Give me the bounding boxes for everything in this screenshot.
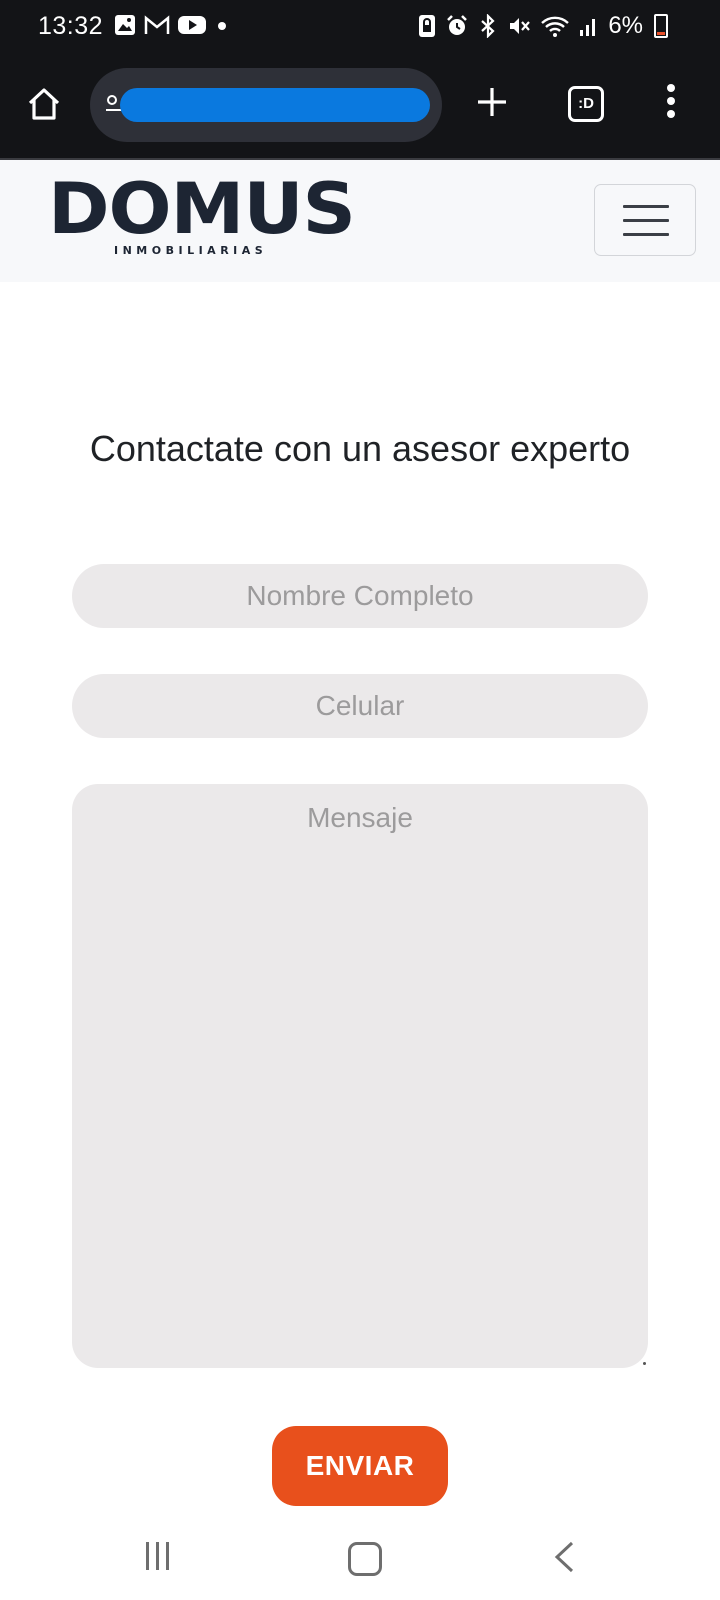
bluetooth-icon (481, 14, 495, 38)
logo-wordmark: DOMUS (48, 168, 356, 250)
resize-handle[interactable] (643, 1362, 646, 1365)
new-tab-icon[interactable] (474, 84, 510, 120)
name-field[interactable] (72, 564, 648, 628)
battery-percentage: 6% (608, 12, 643, 39)
recent-apps-icon[interactable] (146, 1542, 176, 1572)
dot-icon (218, 22, 226, 30)
address-bar[interactable] (90, 68, 442, 142)
signal-icon (580, 19, 596, 36)
message-field[interactable] (72, 784, 648, 1368)
phone-field[interactable] (72, 674, 648, 738)
back-icon[interactable] (552, 1540, 576, 1574)
site-header: DOMUS INMOBILIARIAS (0, 160, 720, 282)
browser-toolbar: :D (0, 56, 720, 160)
status-bar: 13:32 6% (0, 0, 720, 56)
notification-icons (114, 14, 230, 36)
domus-logo[interactable]: DOMUS INMOBILIARIAS (48, 174, 356, 257)
system-nav-bar (0, 1512, 720, 1600)
home-icon[interactable] (26, 86, 62, 122)
tab-switcher-button[interactable]: :D (568, 86, 604, 122)
hamburger-line (623, 205, 669, 208)
url-text[interactable] (120, 88, 430, 122)
hamburger-line (623, 219, 669, 222)
screen-lock-icon (419, 15, 436, 37)
mute-icon (510, 18, 531, 34)
hamburger-line (623, 233, 669, 236)
gmail-icon (144, 15, 170, 34)
gallery-icon (115, 15, 135, 35)
youtube-icon (178, 16, 206, 34)
submit-button[interactable]: ENVIAR (272, 1426, 448, 1506)
system-icons: 6% (418, 12, 668, 40)
home-button-icon[interactable] (348, 1542, 382, 1576)
battery-icon (654, 14, 668, 38)
more-options-icon[interactable] (666, 84, 676, 124)
hamburger-menu-button[interactable] (594, 184, 696, 256)
alarm-icon (447, 15, 468, 35)
wifi-icon (541, 16, 570, 37)
form-title: Contactate con un asesor experto (89, 428, 631, 469)
clock: 13:32 (38, 12, 104, 40)
